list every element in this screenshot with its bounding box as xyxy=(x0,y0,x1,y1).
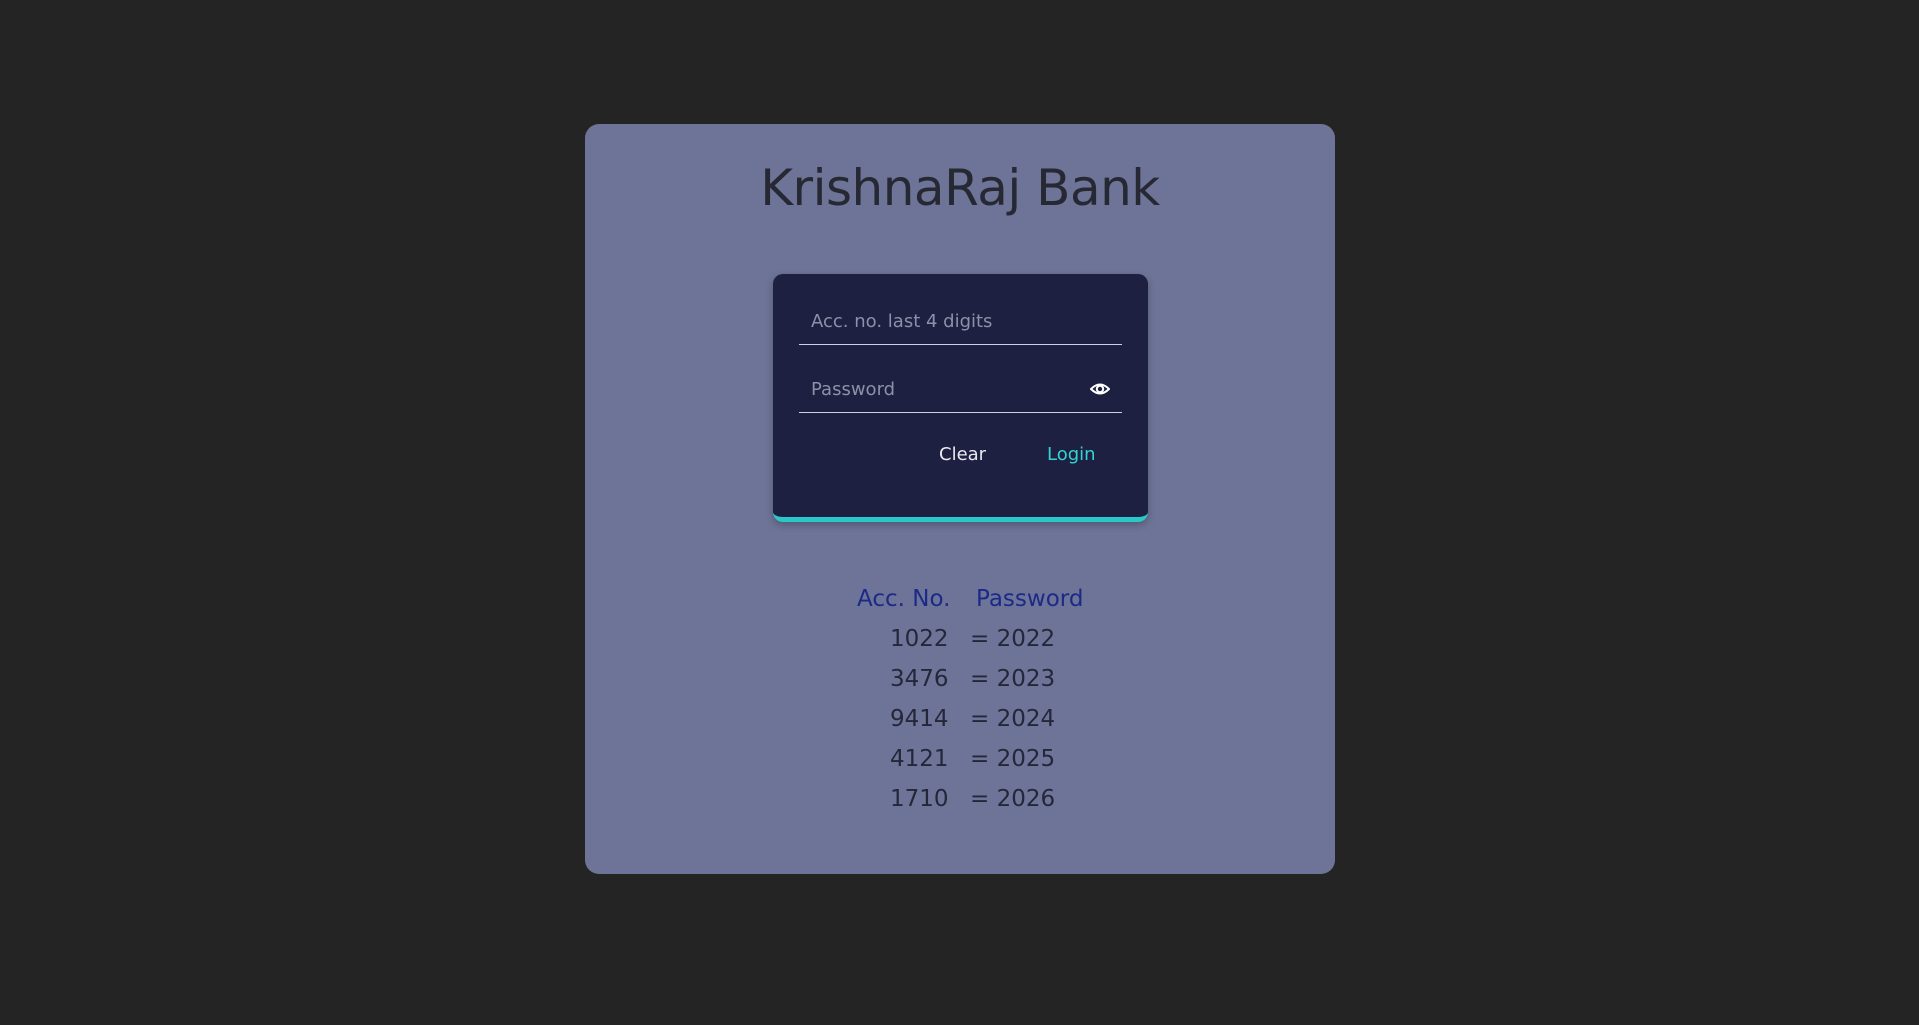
credentials-list: Acc. No. Password 1022 = 2022 3476 = 202… xyxy=(585,579,1335,819)
credential-acc: 3476 xyxy=(890,666,949,692)
acc-no-header: Acc. No. xyxy=(857,586,951,612)
credential-password: = 2023 xyxy=(970,666,1056,692)
credential-row: 3476 = 2023 xyxy=(585,659,1335,699)
credential-password: = 2024 xyxy=(970,706,1056,732)
credential-acc: 9414 xyxy=(890,706,949,732)
credentials-header: Acc. No. Password xyxy=(585,579,1335,619)
login-button[interactable]: Login xyxy=(1047,444,1096,465)
credential-acc: 4121 xyxy=(890,746,949,772)
credential-row: 1022 = 2022 xyxy=(585,619,1335,659)
login-form: Clear Login xyxy=(773,274,1148,522)
credential-row: 1710 = 2026 xyxy=(585,779,1335,819)
account-number-input[interactable] xyxy=(799,298,1122,344)
eye-icon[interactable] xyxy=(1090,380,1110,398)
password-header: Password xyxy=(976,586,1084,612)
account-field xyxy=(799,298,1122,345)
page-title: KrishnaRaj Bank xyxy=(760,159,1160,217)
credential-password: = 2022 xyxy=(970,626,1056,652)
credential-acc: 1022 xyxy=(890,626,949,652)
password-input[interactable] xyxy=(799,366,1122,412)
password-field xyxy=(799,366,1122,413)
credential-row: 9414 = 2024 xyxy=(585,699,1335,739)
credential-password: = 2026 xyxy=(970,786,1056,812)
clear-button[interactable]: Clear xyxy=(939,444,986,465)
credential-password: = 2025 xyxy=(970,746,1056,772)
credential-row: 4121 = 2025 xyxy=(585,739,1335,779)
bank-card: KrishnaRaj Bank Clear Login Acc. No. Pas… xyxy=(585,124,1335,874)
credential-acc: 1710 xyxy=(890,786,949,812)
